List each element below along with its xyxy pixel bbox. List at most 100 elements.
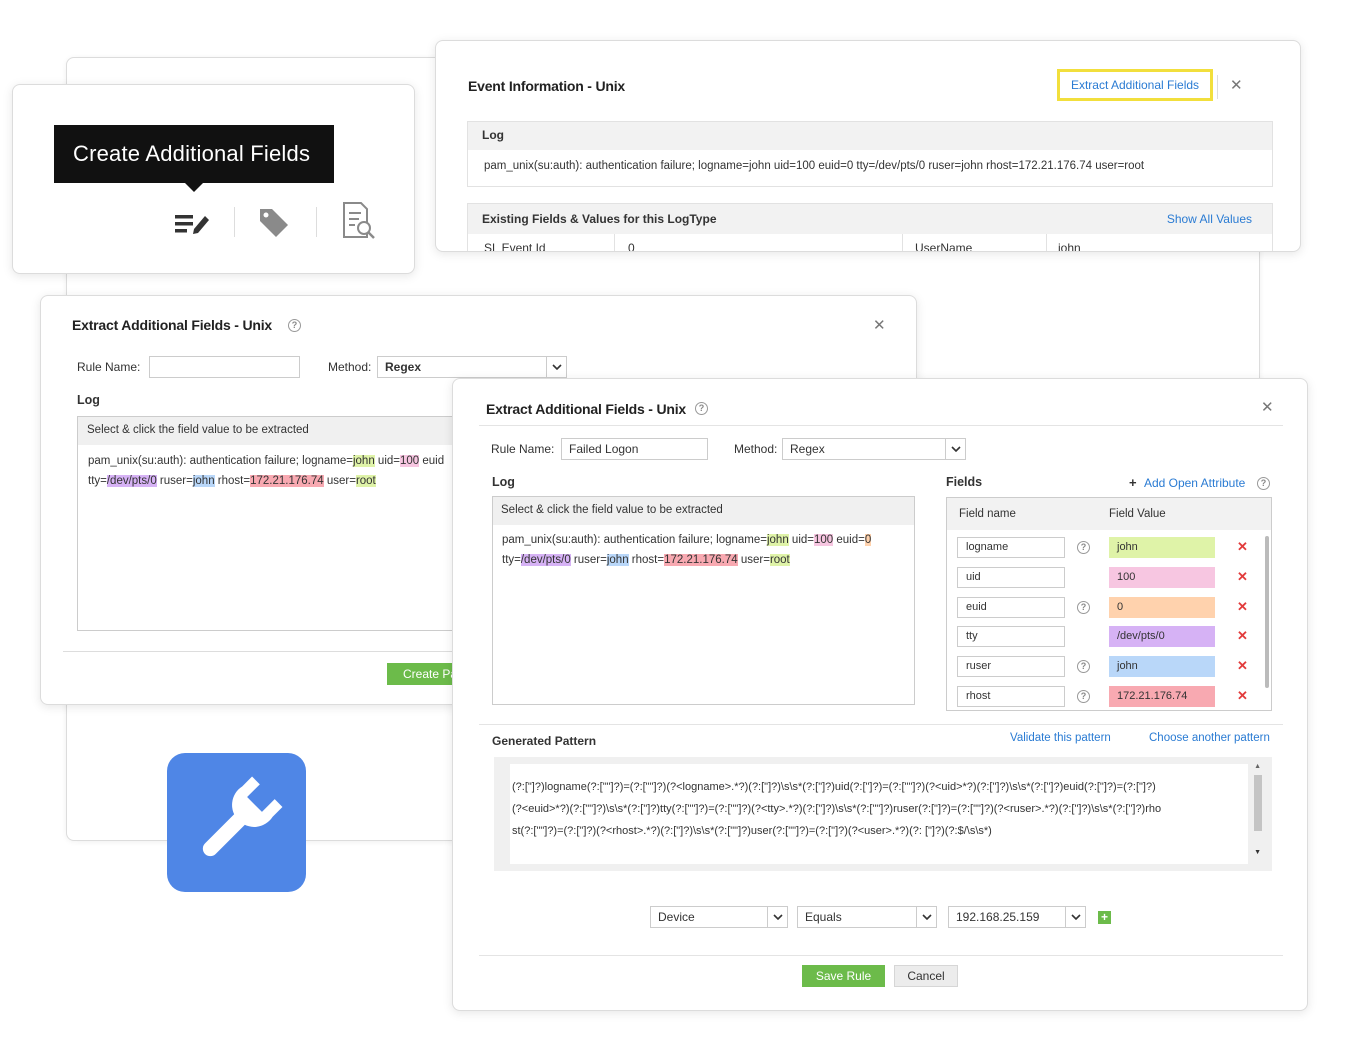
field-name-input[interactable]: tty [957, 626, 1065, 647]
method-label: Method: [328, 360, 372, 374]
help-icon[interactable]: ? [1257, 477, 1270, 490]
criteria-value-select[interactable]: 192.168.25.159 [948, 906, 1086, 928]
user-value[interactable]: root [769, 554, 790, 566]
user-value[interactable]: root [355, 475, 376, 487]
existing-fields-section: Existing Fields & Values for this LogTyp… [467, 203, 1273, 252]
close-icon[interactable]: ✕ [1230, 78, 1243, 93]
method-value: Regex [790, 442, 825, 456]
criteria-field-select[interactable]: Device [650, 906, 788, 928]
rule-name-input[interactable] [149, 356, 300, 378]
field-name-input[interactable]: uid [957, 567, 1065, 588]
log-text: tty= [502, 554, 521, 566]
logname-value[interactable]: john [766, 534, 789, 546]
show-all-values-link[interactable]: Show All Values [1167, 212, 1252, 226]
help-icon[interactable]: ? [1077, 601, 1090, 614]
edit-list-icon[interactable] [173, 209, 211, 242]
field-name-input[interactable]: euid [957, 597, 1065, 618]
scrollbar[interactable] [1254, 775, 1262, 831]
log-hint: Select & click the field value to be ext… [493, 497, 914, 525]
save-rule-button[interactable]: Save Rule [802, 965, 885, 987]
divider [316, 207, 317, 237]
chevron-down-icon[interactable]: ▼ [1254, 849, 1261, 856]
divider [479, 724, 1283, 725]
close-icon[interactable]: ✕ [873, 318, 886, 333]
extract-additional-fields-link[interactable]: Extract Additional Fields [1057, 69, 1213, 101]
choose-another-pattern-link[interactable]: Choose another pattern [1149, 732, 1270, 744]
ruser-value[interactable]: john [192, 475, 215, 487]
close-icon[interactable]: ✕ [1237, 628, 1248, 644]
log-label: Log [482, 128, 504, 142]
divider [1217, 75, 1218, 99]
tag-icon[interactable] [256, 205, 292, 242]
method-select[interactable]: Regex [377, 356, 567, 378]
field-row: tty /dev/pts/0 ✕ [947, 622, 1271, 652]
pattern-line: (?:["]?)logname(?:[""]?)=(?:[""]?)(?<log… [512, 781, 1156, 793]
wrench-tile [167, 753, 306, 892]
rule-name-label: Rule Name: [491, 442, 555, 456]
help-icon[interactable]: ? [288, 319, 301, 332]
method-value: Regex [385, 360, 422, 374]
cancel-button[interactable]: Cancel [894, 965, 958, 987]
chevron-down-icon [1065, 907, 1085, 927]
field-row: rhost ? 172.21.176.74 ✕ [947, 682, 1271, 712]
fields-header: Field name Field Value [947, 498, 1271, 530]
field-value-chip: 0 [1109, 597, 1215, 618]
help-icon[interactable]: ? [1077, 690, 1090, 703]
search-document-icon[interactable] [341, 201, 379, 244]
euid-value[interactable]: 0 [864, 534, 872, 546]
log-text: pam_unix(su:auth): authentication failur… [502, 534, 767, 546]
log-text: rhost= [214, 475, 251, 487]
uid-value[interactable]: 100 [400, 455, 420, 467]
rule-name-label: Rule Name: [77, 360, 141, 374]
tty-value[interactable]: /dev/pts/0 [520, 554, 571, 566]
fields-label: Fields [946, 475, 983, 489]
tty-value[interactable]: /dev/pts/0 [106, 475, 157, 487]
method-label: Method: [734, 442, 778, 456]
add-attr-label: Add Open Attribute [1143, 476, 1246, 490]
criteria-operator-select[interactable]: Equals [797, 906, 937, 928]
tooltip-arrow [184, 182, 204, 192]
rule-name-input[interactable]: Failed Logon [561, 438, 708, 460]
ruser-value[interactable]: john [606, 554, 629, 566]
close-icon[interactable]: ✕ [1237, 658, 1248, 674]
rhost-value[interactable]: 172.21.176.74 [664, 554, 738, 566]
pattern-box[interactable]: (?:["]?)logname(?:[""]?)=(?:[""]?)(?<log… [494, 757, 1272, 871]
field-value: 0 [628, 241, 635, 252]
log-line-1: pam_unix(su:auth): authentication failur… [493, 525, 914, 546]
help-icon[interactable]: ? [695, 402, 708, 415]
chevron-up-icon[interactable]: ▲ [1254, 763, 1261, 770]
log-text: user= [323, 475, 356, 487]
existing-fields-header: Existing Fields & Values for this LogTyp… [468, 204, 1272, 234]
field-value-chip: john [1109, 656, 1215, 677]
close-icon[interactable]: ✕ [1237, 599, 1248, 615]
close-icon[interactable]: ✕ [1237, 539, 1248, 555]
close-icon[interactable]: ✕ [1237, 688, 1248, 704]
field-name-input[interactable]: logname [957, 537, 1065, 558]
log-label: Log [77, 393, 100, 407]
chevron-down-icon [546, 357, 566, 377]
validate-pattern-link[interactable]: Validate this pattern [1010, 732, 1111, 744]
scrollbar[interactable] [1265, 536, 1269, 688]
pattern-line: st(?:[""]?)=(?:["]?)(?<rhost>.*?)(?:["]?… [512, 825, 992, 837]
method-select[interactable]: Regex [782, 438, 966, 460]
logname-value[interactable]: john [352, 455, 375, 467]
close-icon[interactable]: ✕ [1261, 400, 1274, 415]
help-icon[interactable]: ? [1077, 660, 1090, 673]
divider [234, 207, 235, 237]
add-open-attribute-link[interactable]: + Add Open Attribute [1129, 475, 1245, 490]
plus-icon: + [1129, 475, 1137, 490]
close-icon[interactable]: ✕ [1237, 569, 1248, 585]
field-name-input[interactable]: rhost [957, 686, 1065, 707]
toolbar-card: Create Additional Fields [12, 84, 415, 274]
field-name-input[interactable]: ruser [957, 656, 1065, 677]
help-icon[interactable]: ? [1077, 541, 1090, 554]
uid-value[interactable]: 100 [814, 534, 834, 546]
rhost-value[interactable]: 172.21.176.74 [250, 475, 324, 487]
field-row: logname ? john ✕ [947, 533, 1271, 563]
col-field-name: Field name [959, 508, 1016, 520]
log-text: ruser= [156, 475, 193, 487]
log-text: euid [419, 455, 445, 467]
chevron-down-icon [767, 907, 787, 927]
field-value-chip: 100 [1109, 567, 1215, 588]
add-criteria-button[interactable]: + [1098, 911, 1111, 924]
